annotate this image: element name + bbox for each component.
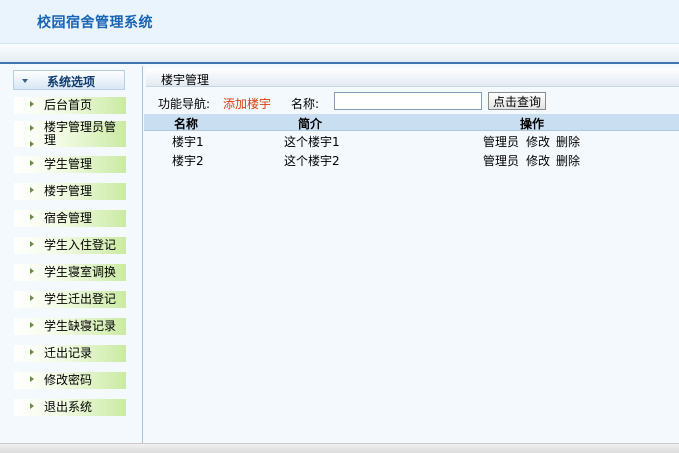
sidebar-item-label: 学生管理 bbox=[44, 157, 93, 171]
sidebar-item-checkout-records[interactable]: 迁出记录 bbox=[14, 345, 126, 362]
arrow-right-icon bbox=[30, 141, 34, 147]
column-header-name: 名称 bbox=[174, 117, 199, 131]
sidebar-item-label: 后台首页 bbox=[44, 98, 93, 112]
sidebar-item-label: 修改密码 bbox=[44, 373, 93, 387]
cell-desc: 这个楼宇2 bbox=[284, 154, 340, 168]
cell-name: 楼宇2 bbox=[172, 154, 204, 168]
delete-link[interactable]: 删除 bbox=[556, 133, 580, 150]
admins-link[interactable]: 管理员 bbox=[483, 152, 519, 169]
arrow-right-icon bbox=[30, 349, 34, 355]
sidebar-item-students[interactable]: 学生管理 bbox=[14, 156, 126, 173]
sidebar-item-logout[interactable]: 退出系统 bbox=[14, 399, 126, 416]
column-header-desc: 简介 bbox=[298, 117, 323, 131]
sidebar-item-label: 学生寝室调换 bbox=[44, 265, 117, 279]
sidebar-item-room-swap[interactable]: 学生寝室调换 bbox=[14, 264, 126, 281]
sidebar-item-label: 学生缺寝记录 bbox=[44, 319, 117, 333]
name-label: 名称: bbox=[291, 97, 320, 111]
search-button[interactable]: 点击查询 bbox=[488, 92, 546, 110]
sidebar-heading-label: 系统选项 bbox=[47, 75, 96, 89]
arrow-right-icon bbox=[30, 322, 34, 328]
sidebar-item-building-admins[interactable]: 楼宇管理员管理 bbox=[14, 121, 126, 147]
sidebar-item-label: 楼宇管理员管理 bbox=[44, 120, 117, 147]
column-header-ops: 操作 bbox=[520, 117, 545, 131]
sidebar-item-buildings[interactable]: 楼宇管理 bbox=[14, 183, 126, 200]
sidebar-item-label: 学生迁出登记 bbox=[44, 292, 117, 306]
main-content: 楼宇管理 功能导航: 添加楼宇 名称: 点击查询 名称 简介 操作 楼宇1 这个… bbox=[144, 66, 679, 443]
arrow-right-icon bbox=[30, 214, 34, 220]
function-nav: 功能导航: 添加楼宇 名称: 点击查询 bbox=[158, 92, 678, 112]
name-search-input[interactable] bbox=[334, 92, 482, 110]
app-title: 校园宿舍管理系统 bbox=[37, 15, 153, 31]
sidebar-item-label: 退出系统 bbox=[44, 400, 93, 414]
arrow-right-icon bbox=[30, 376, 34, 382]
delete-link[interactable]: 删除 bbox=[556, 152, 580, 169]
arrow-right-icon bbox=[30, 241, 34, 247]
page-title: 楼宇管理 bbox=[161, 73, 210, 87]
cell-desc: 这个楼宇1 bbox=[284, 135, 340, 149]
sidebar-item-absence[interactable]: 学生缺寝记录 bbox=[14, 318, 126, 335]
sidebar-item-home[interactable]: 后台首页 bbox=[14, 97, 126, 114]
footer-bar bbox=[0, 443, 679, 453]
page-title-bar: 楼宇管理 bbox=[146, 68, 679, 87]
sidebar-item-checkin[interactable]: 学生入住登记 bbox=[14, 237, 126, 254]
arrow-right-icon bbox=[30, 403, 34, 409]
sidebar-item-change-password[interactable]: 修改密码 bbox=[14, 372, 126, 389]
add-building-link[interactable]: 添加楼宇 bbox=[223, 95, 271, 112]
arrow-right-icon bbox=[30, 160, 34, 166]
nav-label: 功能导航: bbox=[158, 97, 211, 111]
table-header: 名称 简介 操作 bbox=[144, 114, 679, 131]
arrow-right-icon bbox=[30, 295, 34, 301]
edit-link[interactable]: 修改 bbox=[526, 152, 550, 169]
arrow-right-icon bbox=[30, 187, 34, 193]
admins-link[interactable]: 管理员 bbox=[483, 133, 519, 150]
sidebar-item-label: 学生入住登记 bbox=[44, 238, 117, 252]
sidebar-item-label: 迁出记录 bbox=[44, 346, 93, 360]
sidebar-item-dorms[interactable]: 宿舍管理 bbox=[14, 210, 126, 227]
sidebar-item-checkout[interactable]: 学生迁出登记 bbox=[14, 291, 126, 308]
arrow-right-icon bbox=[30, 125, 34, 131]
sidebar-item-label: 宿舍管理 bbox=[44, 211, 93, 225]
sidebar-heading[interactable]: 系统选项 bbox=[13, 70, 125, 90]
caret-down-icon bbox=[22, 79, 28, 83]
cell-name: 楼宇1 bbox=[172, 135, 204, 149]
arrow-right-icon bbox=[30, 101, 34, 107]
sidebar: 系统选项 后台首页 楼宇管理员管理 学生管理 楼宇管理 宿舍管理 学生入住登记 … bbox=[0, 66, 143, 443]
arrow-right-icon bbox=[30, 268, 34, 274]
table-row: 楼宇1 这个楼宇1 管理员 修改 删除 bbox=[144, 132, 679, 149]
table-row: 楼宇2 这个楼宇2 管理员 修改 删除 bbox=[144, 151, 679, 168]
edit-link[interactable]: 修改 bbox=[526, 133, 550, 150]
sidebar-item-label: 楼宇管理 bbox=[44, 184, 93, 198]
app-header: 校园宿舍管理系统 bbox=[0, 0, 679, 44]
header-band bbox=[0, 45, 679, 64]
